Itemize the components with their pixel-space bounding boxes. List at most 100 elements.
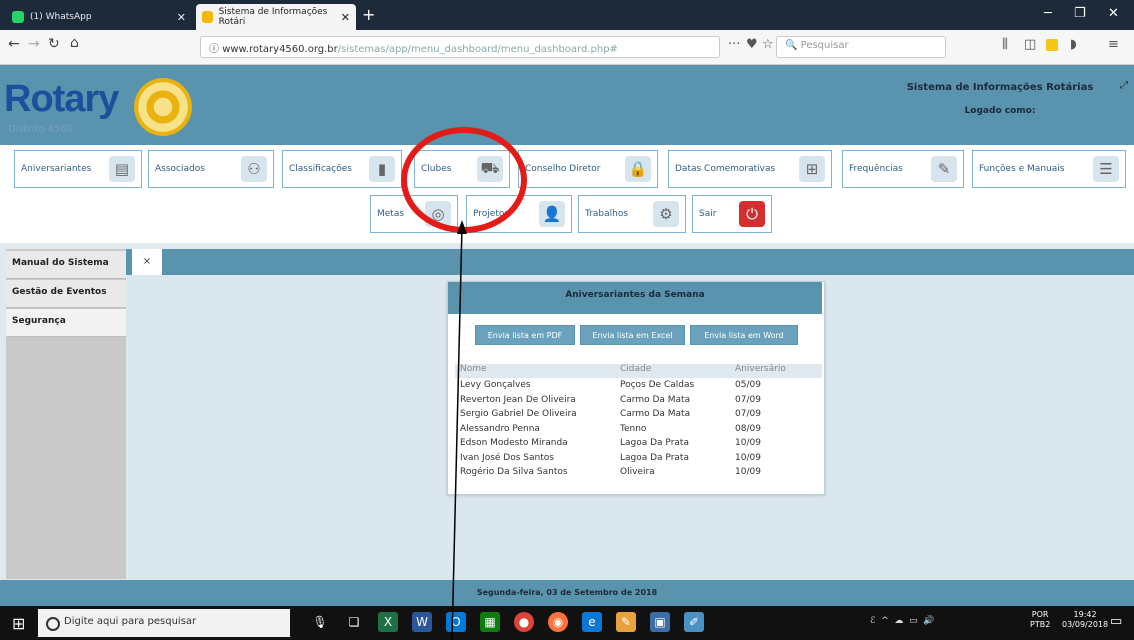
menu-label: Frequências <box>849 164 903 174</box>
word-icon[interactable]: W <box>412 612 432 632</box>
menu-frequencias[interactable]: Frequências ✎ <box>842 150 964 188</box>
extension-icon[interactable] <box>1046 39 1058 51</box>
menu-metas[interactable]: Metas ◎ <box>370 195 458 233</box>
pocket-icon[interactable]: ♥ <box>746 37 758 52</box>
menu-sair[interactable]: Sair ⏻ <box>692 195 772 233</box>
tools-icon: ✎ <box>931 156 957 182</box>
export-pdf-button[interactable]: Envia lista em PDF <box>475 325 575 345</box>
taskbar-search-input[interactable]: Digite aqui para pesquisar <box>38 609 290 637</box>
col-nome: Nome <box>460 364 487 374</box>
content-tab-close[interactable]: × <box>132 249 162 275</box>
lang-code: POR <box>1031 610 1049 619</box>
store-icon[interactable]: ▦ <box>480 612 500 632</box>
excel-icon[interactable]: X <box>378 612 398 632</box>
row-nome: Ivan José Dos Santos <box>460 452 554 463</box>
resize-icon[interactable]: ⤢ <box>1120 80 1128 91</box>
clock-time: 19:42 <box>1073 610 1097 619</box>
row-aniversario: 08/09 <box>735 423 761 434</box>
more-icon[interactable]: ··· <box>728 37 740 52</box>
tab-rotary[interactable]: Sistema de Informações Rotári ✕ <box>196 4 356 30</box>
close-icon[interactable]: ✕ <box>177 11 186 24</box>
url-path: /sistemas/app/menu_dashboard/menu_dashbo… <box>337 44 618 55</box>
menu-aniversariantes[interactable]: Aniversariantes ▤ <box>14 150 142 188</box>
sidebar-icon[interactable]: ◫ <box>1024 37 1036 52</box>
row-aniversario: 07/09 <box>735 409 761 419</box>
menu-clubes[interactable]: Clubes ⛟ <box>414 150 510 188</box>
maximize-icon[interactable]: ❐ <box>1074 6 1086 21</box>
row-nome: Reverton Jean De Oliveira <box>460 394 576 405</box>
windows-start-icon[interactable]: ⊞ <box>12 614 25 633</box>
star-icon[interactable]: ☆ <box>762 37 774 52</box>
row-nome: Rogério Da Silva Santos <box>460 467 568 477</box>
sidebar-item-eventos[interactable]: Gestão de Eventos <box>6 280 126 308</box>
browser-search-input[interactable]: 🔍 Pesquisar <box>776 36 946 58</box>
library-icon[interactable]: ⫼ <box>1002 37 1008 52</box>
calendar-add-icon: ⊞ <box>799 156 825 182</box>
row-aniversario: 05/09 <box>735 380 761 390</box>
firefox-icon[interactable]: ◉ <box>548 612 568 632</box>
document-icon: ☰ <box>1093 156 1119 182</box>
menu-label: Classificações <box>289 164 352 174</box>
row-cidade: Lagoa Da Prata <box>620 452 689 463</box>
home-icon[interactable]: ⌂ <box>70 35 79 51</box>
new-tab-button[interactable]: + <box>362 5 375 24</box>
menu-label: Conselho Diretor <box>525 164 601 174</box>
sidebar-item-seguranca[interactable]: Segurança <box>6 309 126 337</box>
user-icon: 👤 <box>539 201 565 227</box>
menu-classificacoes[interactable]: Classificações ▮ <box>282 150 402 188</box>
row-aniversario: 07/09 <box>735 394 761 405</box>
edge-icon[interactable]: e <box>582 612 602 632</box>
row-aniversario: 10/09 <box>735 467 761 477</box>
hamburger-menu-icon[interactable]: ≡ <box>1108 37 1119 52</box>
row-nome: Alessandro Penna <box>460 423 540 434</box>
url-host: www.rotary4560.org.br <box>222 44 338 55</box>
row-nome: Edson Modesto Miranda <box>460 438 568 448</box>
outlook-icon[interactable]: O <box>446 612 466 632</box>
close-window-icon[interactable]: ✕ <box>1108 6 1119 21</box>
menu-label: Trabalhos <box>585 209 629 219</box>
language-indicator[interactable]: POR PTB2 <box>1030 610 1050 630</box>
rotary-wheel-logo <box>134 78 192 136</box>
system-tray-icons[interactable]: ℰ ^ ☁ ▭ 🔊 <box>870 616 935 626</box>
rotary-logo-text: Rotary <box>4 78 119 120</box>
sidebar-item-manual[interactable]: Manual do Sistema <box>6 251 126 279</box>
menu-conselho-diretor[interactable]: Conselho Diretor 🔒 <box>518 150 658 188</box>
menu-datas-comemorativas[interactable]: Datas Comemorativas ⊞ <box>668 150 832 188</box>
extension2-icon[interactable]: ◗ <box>1070 37 1077 52</box>
close-icon[interactable]: ✕ <box>341 11 350 24</box>
forward-icon[interactable]: → <box>28 36 40 52</box>
menu-trabalhos[interactable]: Trabalhos ⚙ <box>578 195 686 233</box>
chrome-icon[interactable]: ● <box>514 612 534 632</box>
tab-whatsapp[interactable]: (1) WhatsApp ✕ <box>6 4 192 30</box>
pen-app-icon[interactable]: ✐ <box>684 612 704 632</box>
clock[interactable]: 19:42 03/09/2018 <box>1062 610 1108 630</box>
url-bar[interactable]: ⓘ www.rotary4560.org.br/sistemas/app/men… <box>200 36 720 58</box>
district-label: Distrito 4560 <box>8 124 74 135</box>
menu-label: Metas <box>377 209 405 219</box>
reload-icon[interactable]: ↻ <box>48 36 60 52</box>
minimize-icon[interactable]: ─ <box>1044 6 1052 21</box>
export-excel-button[interactable]: Envia lista em Excel <box>580 325 685 345</box>
row-aniversario: 10/09 <box>735 452 761 463</box>
content-tab-bar <box>126 249 1134 275</box>
lang-layout: PTB2 <box>1030 620 1051 629</box>
tab-label: Sistema de Informações Rotári <box>218 7 328 27</box>
row-cidade: Carmo Da Mata <box>620 394 691 405</box>
task-view-icon[interactable]: ❏ <box>344 612 364 632</box>
notifications-icon[interactable]: ▭ <box>1110 614 1122 629</box>
birthdays-title: Aniversariantes da Semana <box>448 282 822 314</box>
app-icon[interactable]: ✎ <box>616 612 636 632</box>
microphone-icon[interactable]: 🎙 <box>310 612 330 632</box>
cortana-icon <box>46 617 60 631</box>
menu-label: Projetos <box>473 209 510 219</box>
export-word-button[interactable]: Envia lista em Word <box>690 325 798 345</box>
menu-associados[interactable]: Associados ⚇ <box>148 150 274 188</box>
menu-projetos[interactable]: Projetos 👤 <box>466 195 572 233</box>
gear-icon: ⚙ <box>653 201 679 227</box>
menu-label: Funções e Manuais <box>979 164 1065 174</box>
book-icon: ▮ <box>369 156 395 182</box>
rotary-favicon-icon <box>202 11 213 23</box>
back-icon[interactable]: ← <box>8 36 20 52</box>
network-app-icon[interactable]: ▣ <box>650 612 670 632</box>
menu-funcoes-manuais[interactable]: Funções e Manuais ☰ <box>972 150 1126 188</box>
